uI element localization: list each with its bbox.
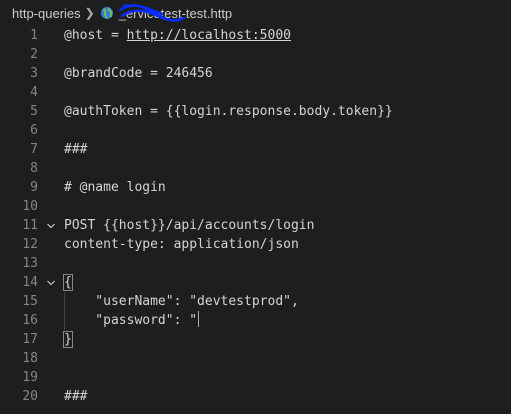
code-line[interactable]: 20 ### — [0, 387, 511, 406]
line-number: 2 — [30, 47, 38, 62]
breadcrumb: http-queries ❯ _ervicetest-test.http — [0, 0, 511, 26]
code-line[interactable]: 15 "userName": "devtestprod", — [0, 292, 511, 311]
code-line[interactable]: 17} — [0, 330, 511, 349]
line-text: "password": " — [64, 311, 200, 328]
host-url-link[interactable]: http://localhost:5000 — [127, 28, 291, 43]
chevron-down-icon[interactable] — [45, 216, 57, 235]
line-number: 12 — [22, 237, 38, 252]
code-line[interactable]: 19 — [0, 368, 511, 387]
code-line[interactable]: 1 @host = http://localhost:5000 — [0, 26, 511, 45]
line-number: 20 — [22, 389, 38, 404]
line-text: @host = http://localhost:5000 — [64, 28, 291, 43]
code-line[interactable]: 11 POST {{host}}/api/accounts/login — [0, 216, 511, 235]
code-line[interactable]: 8 — [0, 159, 511, 178]
line-number: 13 — [22, 256, 38, 271]
line-number: 10 — [22, 199, 38, 214]
line-text: # @name login — [64, 180, 166, 195]
line-number: 16 — [22, 313, 38, 328]
code-line[interactable]: 4 — [0, 83, 511, 102]
code-editor[interactable]: 1 @host = http://localhost:5000 2 3 @brandCo… — [0, 26, 511, 414]
code-line[interactable]: 18 — [0, 349, 511, 368]
code-line[interactable]: 7 ### — [0, 140, 511, 159]
text-cursor — [198, 311, 200, 327]
line-text: POST {{host}}/api/accounts/login — [64, 218, 315, 233]
code-line[interactable]: 10 — [0, 197, 511, 216]
breadcrumb-folder[interactable]: http-queries — [12, 6, 81, 21]
chevron-right-icon: ❯ — [84, 6, 95, 20]
line-number: 9 — [30, 180, 38, 195]
line-text: } — [63, 331, 73, 348]
code-line[interactable]: 5 @authToken = {{login.response.body.toke… — [0, 102, 511, 121]
code-line[interactable]: 14 { — [0, 273, 511, 292]
line-number: 11 — [22, 218, 38, 233]
code-line[interactable]: 6 — [0, 121, 511, 140]
line-number: 8 — [30, 161, 38, 176]
line-text: ### — [64, 142, 88, 157]
line-number: 5 — [30, 104, 38, 119]
code-line[interactable]: 12 content-type: application/json — [0, 235, 511, 254]
line-number: 1 — [30, 28, 38, 43]
code-line[interactable]: 16 "password": " — [0, 311, 511, 330]
line-text: @authToken = {{login.response.body.token… — [64, 104, 393, 119]
code-line[interactable]: 13 — [0, 254, 511, 273]
line-number: 15 — [22, 294, 38, 309]
line-number: 3 — [30, 66, 38, 81]
breadcrumb-file[interactable]: _ervicetest-test.http — [119, 6, 232, 21]
globe-icon — [100, 6, 114, 20]
line-number: 19 — [22, 370, 38, 385]
code-line[interactable]: 3 @brandCode = 246456 — [0, 64, 511, 83]
chevron-down-icon[interactable] — [45, 273, 57, 292]
code-line[interactable]: 2 — [0, 45, 511, 64]
line-number: 18 — [22, 351, 38, 366]
line-number: 14 — [22, 275, 38, 290]
line-number: 6 — [30, 123, 38, 138]
line-number: 17 — [22, 332, 38, 347]
code-line[interactable]: 9 # @name login — [0, 178, 511, 197]
line-number: 7 — [30, 142, 38, 157]
line-number: 4 — [30, 85, 38, 100]
line-text: { — [63, 274, 73, 291]
line-text: @brandCode = 246456 — [64, 66, 213, 81]
line-text: content-type: application/json — [64, 237, 299, 252]
line-text: ### — [64, 389, 88, 404]
line-text: "userName": "devtestprod", — [64, 294, 299, 309]
